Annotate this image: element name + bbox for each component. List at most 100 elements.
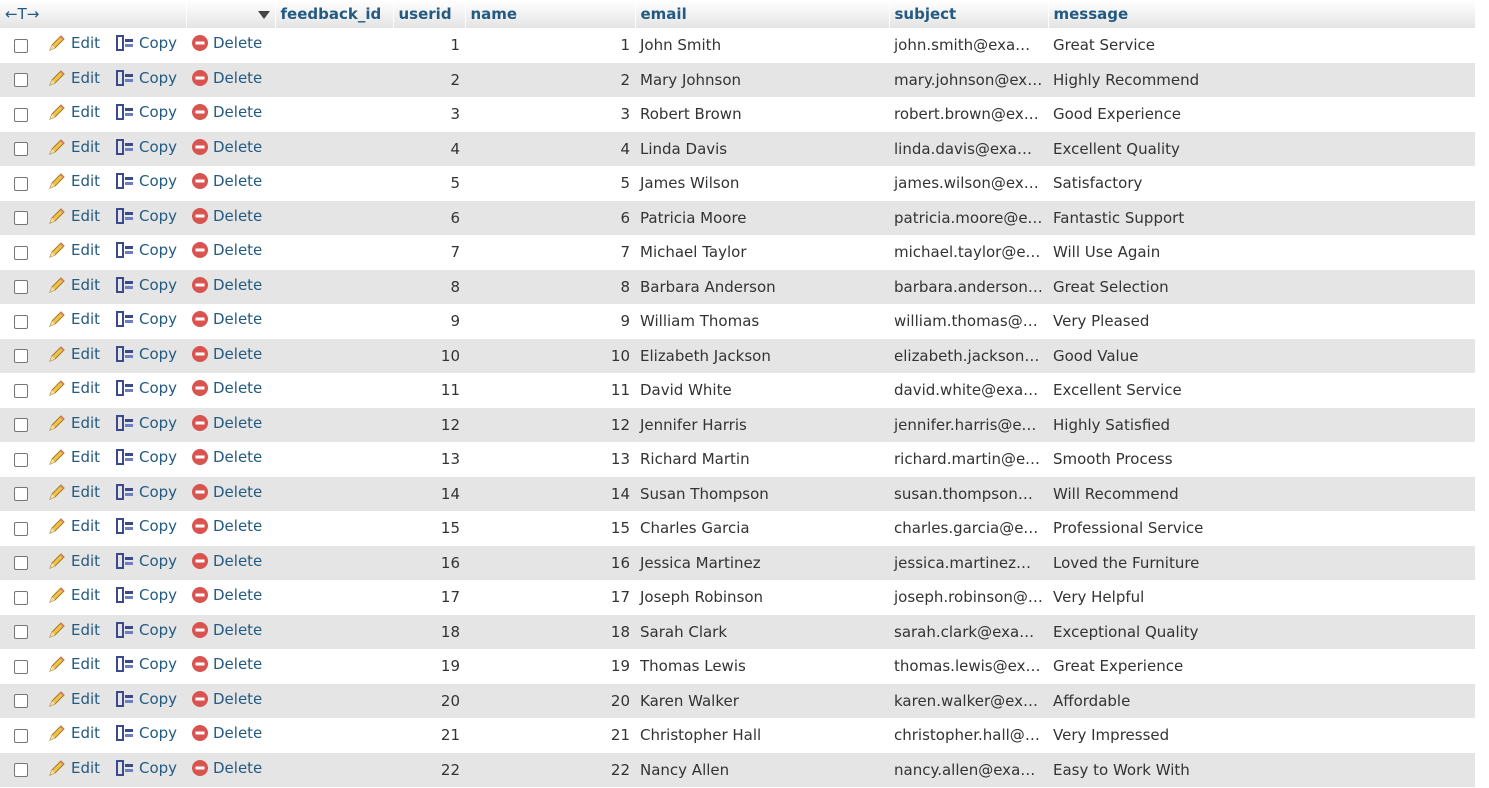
edit-button[interactable]: Edit bbox=[47, 517, 100, 535]
column-header-subject[interactable]: subject bbox=[889, 0, 1049, 28]
row-checkbox[interactable] bbox=[14, 314, 28, 329]
row-checkbox[interactable] bbox=[14, 211, 28, 226]
copy-button[interactable]: Copy bbox=[115, 759, 177, 777]
delete-button[interactable]: Delete bbox=[191, 276, 262, 294]
delete-button[interactable]: Delete bbox=[191, 483, 262, 501]
copy-button[interactable]: Copy bbox=[115, 241, 177, 259]
edit-button[interactable]: Edit bbox=[47, 690, 100, 708]
delete-button[interactable]: Delete bbox=[191, 586, 262, 604]
edit-button[interactable]: Edit bbox=[47, 552, 100, 570]
edit-button[interactable]: Edit bbox=[47, 34, 100, 52]
delete-button[interactable]: Delete bbox=[191, 655, 262, 673]
copy-button[interactable]: Copy bbox=[115, 448, 177, 466]
sort-dropdown-icon[interactable] bbox=[257, 10, 270, 19]
edit-button[interactable]: Edit bbox=[47, 241, 100, 259]
delete-button[interactable]: Delete bbox=[191, 690, 262, 708]
delete-button[interactable]: Delete bbox=[191, 138, 262, 156]
row-checkbox[interactable] bbox=[14, 625, 28, 640]
row-checkbox[interactable] bbox=[14, 452, 28, 467]
row-checkbox[interactable] bbox=[14, 38, 28, 53]
edit-button[interactable]: Edit bbox=[47, 345, 100, 363]
edit-button[interactable]: Edit bbox=[47, 172, 100, 190]
edit-button[interactable]: Edit bbox=[47, 448, 100, 466]
row-checkbox[interactable] bbox=[14, 383, 28, 398]
row-checkbox-cell bbox=[0, 201, 42, 236]
delete-button[interactable]: Delete bbox=[191, 207, 262, 225]
copy-button[interactable]: Copy bbox=[115, 483, 177, 501]
delete-button[interactable]: Delete bbox=[191, 345, 262, 363]
edit-button[interactable]: Edit bbox=[47, 276, 100, 294]
edit-button[interactable]: Edit bbox=[47, 310, 100, 328]
copy-button[interactable]: Copy bbox=[115, 517, 177, 535]
delete-button[interactable]: Delete bbox=[191, 724, 262, 742]
edit-button[interactable]: Edit bbox=[47, 586, 100, 604]
edit-button[interactable]: Edit bbox=[47, 483, 100, 501]
column-header-message[interactable]: message bbox=[1048, 0, 1476, 28]
edit-button[interactable]: Edit bbox=[47, 655, 100, 673]
row-checkbox[interactable] bbox=[14, 694, 28, 709]
delete-button[interactable]: Delete bbox=[191, 310, 262, 328]
row-checkbox[interactable] bbox=[14, 349, 28, 364]
delete-button[interactable]: Delete bbox=[191, 621, 262, 639]
delete-button[interactable]: Delete bbox=[191, 103, 262, 121]
copy-button[interactable]: Copy bbox=[115, 207, 177, 225]
copy-button[interactable]: Copy bbox=[115, 103, 177, 121]
edit-button[interactable]: Edit bbox=[47, 414, 100, 432]
column-header-email[interactable]: email bbox=[635, 0, 890, 28]
row-checkbox[interactable] bbox=[14, 590, 28, 605]
edit-button[interactable]: Edit bbox=[47, 69, 100, 87]
delete-button[interactable]: Delete bbox=[191, 414, 262, 432]
row-checkbox[interactable] bbox=[14, 176, 28, 191]
copy-button[interactable]: Copy bbox=[115, 138, 177, 156]
copy-button[interactable]: Copy bbox=[115, 586, 177, 604]
row-checkbox[interactable] bbox=[14, 521, 28, 536]
copy-button[interactable]: Copy bbox=[115, 276, 177, 294]
row-checkbox[interactable] bbox=[14, 728, 28, 743]
copy-button[interactable]: Copy bbox=[115, 552, 177, 570]
copy-button[interactable]: Copy bbox=[115, 655, 177, 673]
row-checkbox[interactable] bbox=[14, 245, 28, 260]
copy-button[interactable]: Copy bbox=[115, 345, 177, 363]
copy-button[interactable]: Copy bbox=[115, 310, 177, 328]
edit-button[interactable]: Edit bbox=[47, 379, 100, 397]
row-checkbox[interactable] bbox=[14, 142, 28, 157]
delete-button[interactable]: Delete bbox=[191, 759, 262, 777]
delete-button[interactable]: Delete bbox=[191, 448, 262, 466]
delete-button[interactable]: Delete bbox=[191, 552, 262, 570]
copy-button[interactable]: Copy bbox=[115, 724, 177, 742]
row-checkbox[interactable] bbox=[14, 280, 28, 295]
cell-email: patricia.moore@example.com bbox=[894, 208, 1048, 227]
row-checkbox[interactable] bbox=[14, 487, 28, 502]
delete-button[interactable]: Delete bbox=[191, 379, 262, 397]
edit-button[interactable]: Edit bbox=[47, 207, 100, 225]
copy-button[interactable]: Copy bbox=[115, 379, 177, 397]
copy-button[interactable]: Copy bbox=[115, 414, 177, 432]
row-checkbox[interactable] bbox=[14, 556, 28, 571]
delete-button[interactable]: Delete bbox=[191, 172, 262, 190]
edit-button[interactable]: Edit bbox=[47, 724, 100, 742]
row-checkbox[interactable] bbox=[14, 73, 28, 88]
copy-button[interactable]: Copy bbox=[115, 621, 177, 639]
copy-button[interactable]: Copy bbox=[115, 34, 177, 52]
nav-arrows-icon[interactable]: ←T→ bbox=[5, 5, 39, 23]
copy-button[interactable]: Copy bbox=[115, 69, 177, 87]
column-header-userid[interactable]: userid bbox=[393, 0, 466, 28]
row-checkbox[interactable] bbox=[14, 763, 28, 778]
edit-button[interactable]: Edit bbox=[47, 138, 100, 156]
row-checkbox[interactable] bbox=[14, 418, 28, 433]
column-nav-arrows[interactable]: ←T→ bbox=[0, 0, 187, 28]
row-checkbox[interactable] bbox=[14, 107, 28, 122]
edit-button[interactable]: Edit bbox=[47, 621, 100, 639]
delete-button[interactable]: Delete bbox=[191, 517, 262, 535]
delete-button[interactable]: Delete bbox=[191, 69, 262, 87]
copy-button[interactable]: Copy bbox=[115, 172, 177, 190]
column-header-feedback-id[interactable]: feedback_id bbox=[275, 0, 394, 28]
delete-button[interactable]: Delete bbox=[191, 34, 262, 52]
sort-toggle[interactable] bbox=[186, 0, 276, 28]
copy-button[interactable]: Copy bbox=[115, 690, 177, 708]
row-checkbox[interactable] bbox=[14, 659, 28, 674]
delete-button[interactable]: Delete bbox=[191, 241, 262, 259]
edit-button[interactable]: Edit bbox=[47, 759, 100, 777]
edit-button[interactable]: Edit bbox=[47, 103, 100, 121]
column-header-name[interactable]: name bbox=[465, 0, 636, 28]
